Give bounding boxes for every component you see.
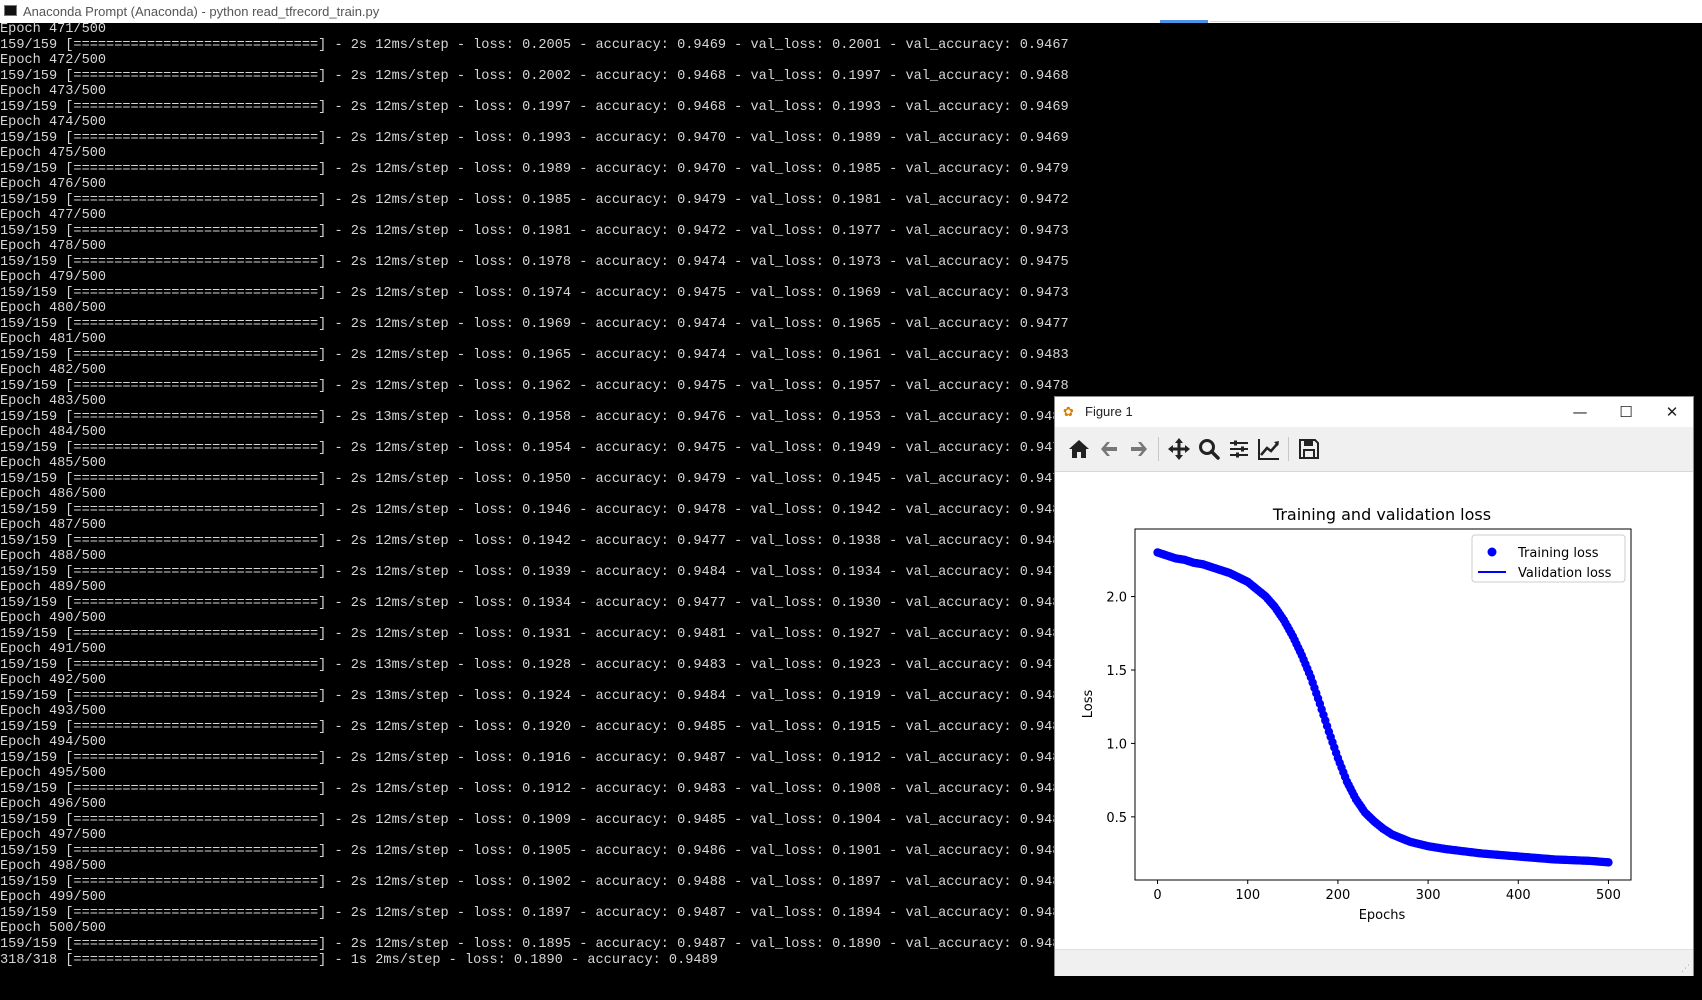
x-axis-label: Epochs: [1359, 908, 1406, 923]
console-progress-line: 159/159 [==============================]…: [0, 348, 1069, 363]
window-title: Anaconda Prompt (Anaconda) - python read…: [23, 4, 380, 19]
y-tick-label: 2.0: [1106, 591, 1127, 606]
y-tick-label: 0.5: [1106, 811, 1127, 826]
toolbar-separator: [1158, 437, 1159, 461]
y-axis-ticks: 0.5 1.0 1.5 2.0: [1106, 591, 1135, 826]
edit-axis-icon[interactable]: [1255, 435, 1283, 463]
console-epoch-line: Epoch 478/500: [0, 239, 107, 254]
forward-arrow-icon[interactable]: [1125, 435, 1153, 463]
legend-dot-marker: [1487, 547, 1497, 557]
console-progress-line: 159/159 [==============================]…: [0, 286, 1069, 301]
home-icon[interactable]: [1065, 435, 1093, 463]
series-layer: [1153, 548, 1613, 867]
pan-move-icon[interactable]: [1165, 435, 1193, 463]
console-epoch-line: Epoch 473/500: [0, 84, 107, 99]
loss-chart: Training and validation loss 0 100 200 300 4…: [1081, 505, 1632, 923]
console-progress-line: 159/159 [==============================]…: [0, 100, 1069, 115]
window-titlebar: Anaconda Prompt (Anaconda) - python read…: [0, 0, 1702, 23]
console-epoch-line: Epoch 471/500: [0, 22, 107, 37]
console-epoch-line: Epoch 472/500: [0, 53, 107, 68]
console-epoch-line: Epoch 474/500: [0, 115, 107, 130]
matplotlib-figure-window[interactable]: ✿ Figure 1 — ☐ ✕ Training and validation…: [1054, 396, 1694, 976]
y-tick-label: 1.0: [1106, 737, 1127, 752]
zoom-magnifier-icon[interactable]: [1195, 435, 1223, 463]
validation-loss-line: [1157, 553, 1609, 864]
configure-subplots-icon[interactable]: [1225, 435, 1253, 463]
x-tick-label: 300: [1416, 888, 1441, 903]
x-axis-ticks: 0 100 200 300 400 500: [1153, 880, 1621, 903]
console-progress-line: 159/159 [==============================]…: [0, 317, 1069, 332]
console-progress-line: 159/159 [==============================]…: [0, 379, 1069, 394]
legend-label-training: Training loss: [1517, 546, 1599, 561]
console-epoch-line: Epoch 475/500: [0, 146, 107, 161]
figure-statusbar: ⋰: [1055, 949, 1693, 976]
console-epoch-line: Epoch 477/500: [0, 208, 107, 223]
legend-label-validation: Validation loss: [1518, 566, 1612, 581]
console-progress-line: 159/159 [==============================]…: [0, 38, 1069, 53]
toolbar-separator: [1288, 437, 1289, 461]
x-tick-label: 500: [1596, 888, 1621, 903]
console-epoch-line: Epoch 482/500: [0, 363, 107, 378]
resize-grip-icon[interactable]: ⋰: [1681, 964, 1691, 974]
chart-title: Training and validation loss: [1272, 505, 1491, 524]
y-tick-label: 1.5: [1106, 664, 1127, 679]
figure-toolbar: [1055, 427, 1693, 472]
x-tick-label: 400: [1506, 888, 1531, 903]
back-arrow-icon[interactable]: [1095, 435, 1123, 463]
save-floppy-icon[interactable]: [1295, 435, 1323, 463]
close-button[interactable]: ✕: [1655, 401, 1689, 423]
x-tick-label: 0: [1153, 888, 1161, 903]
x-tick-label: 200: [1325, 888, 1350, 903]
legend: Training loss Validation loss: [1471, 534, 1626, 583]
console-progress-line: 159/159 [==============================]…: [0, 224, 1069, 239]
terminal-icon: [4, 5, 17, 16]
matplotlib-logo-icon: ✿: [1063, 405, 1074, 420]
y-axis-label: Loss: [1081, 690, 1096, 719]
figure-titlebar[interactable]: ✿ Figure 1 — ☐ ✕: [1055, 397, 1693, 427]
console-epoch-line: Epoch 480/500: [0, 301, 107, 316]
maximize-button[interactable]: ☐: [1609, 401, 1643, 423]
console-progress-line: 159/159 [==============================]…: [0, 69, 1069, 84]
console-epoch-line: Epoch 481/500: [0, 332, 107, 347]
minimize-button[interactable]: —: [1563, 401, 1597, 423]
figure-title: Figure 1: [1085, 404, 1133, 419]
console-progress-line: 159/159 [==============================]…: [0, 255, 1069, 270]
console-epoch-line: Epoch 476/500: [0, 177, 107, 192]
x-tick-label: 100: [1235, 888, 1260, 903]
console-progress-line: 159/159 [==============================]…: [0, 193, 1069, 208]
plot-canvas[interactable]: Training and validation loss 0 100 200 300 4…: [1055, 472, 1693, 949]
console-progress-line: 159/159 [==============================]…: [0, 162, 1069, 177]
console-progress-line: 159/159 [==============================]…: [0, 131, 1069, 146]
console-epoch-line: Epoch 479/500: [0, 270, 107, 285]
